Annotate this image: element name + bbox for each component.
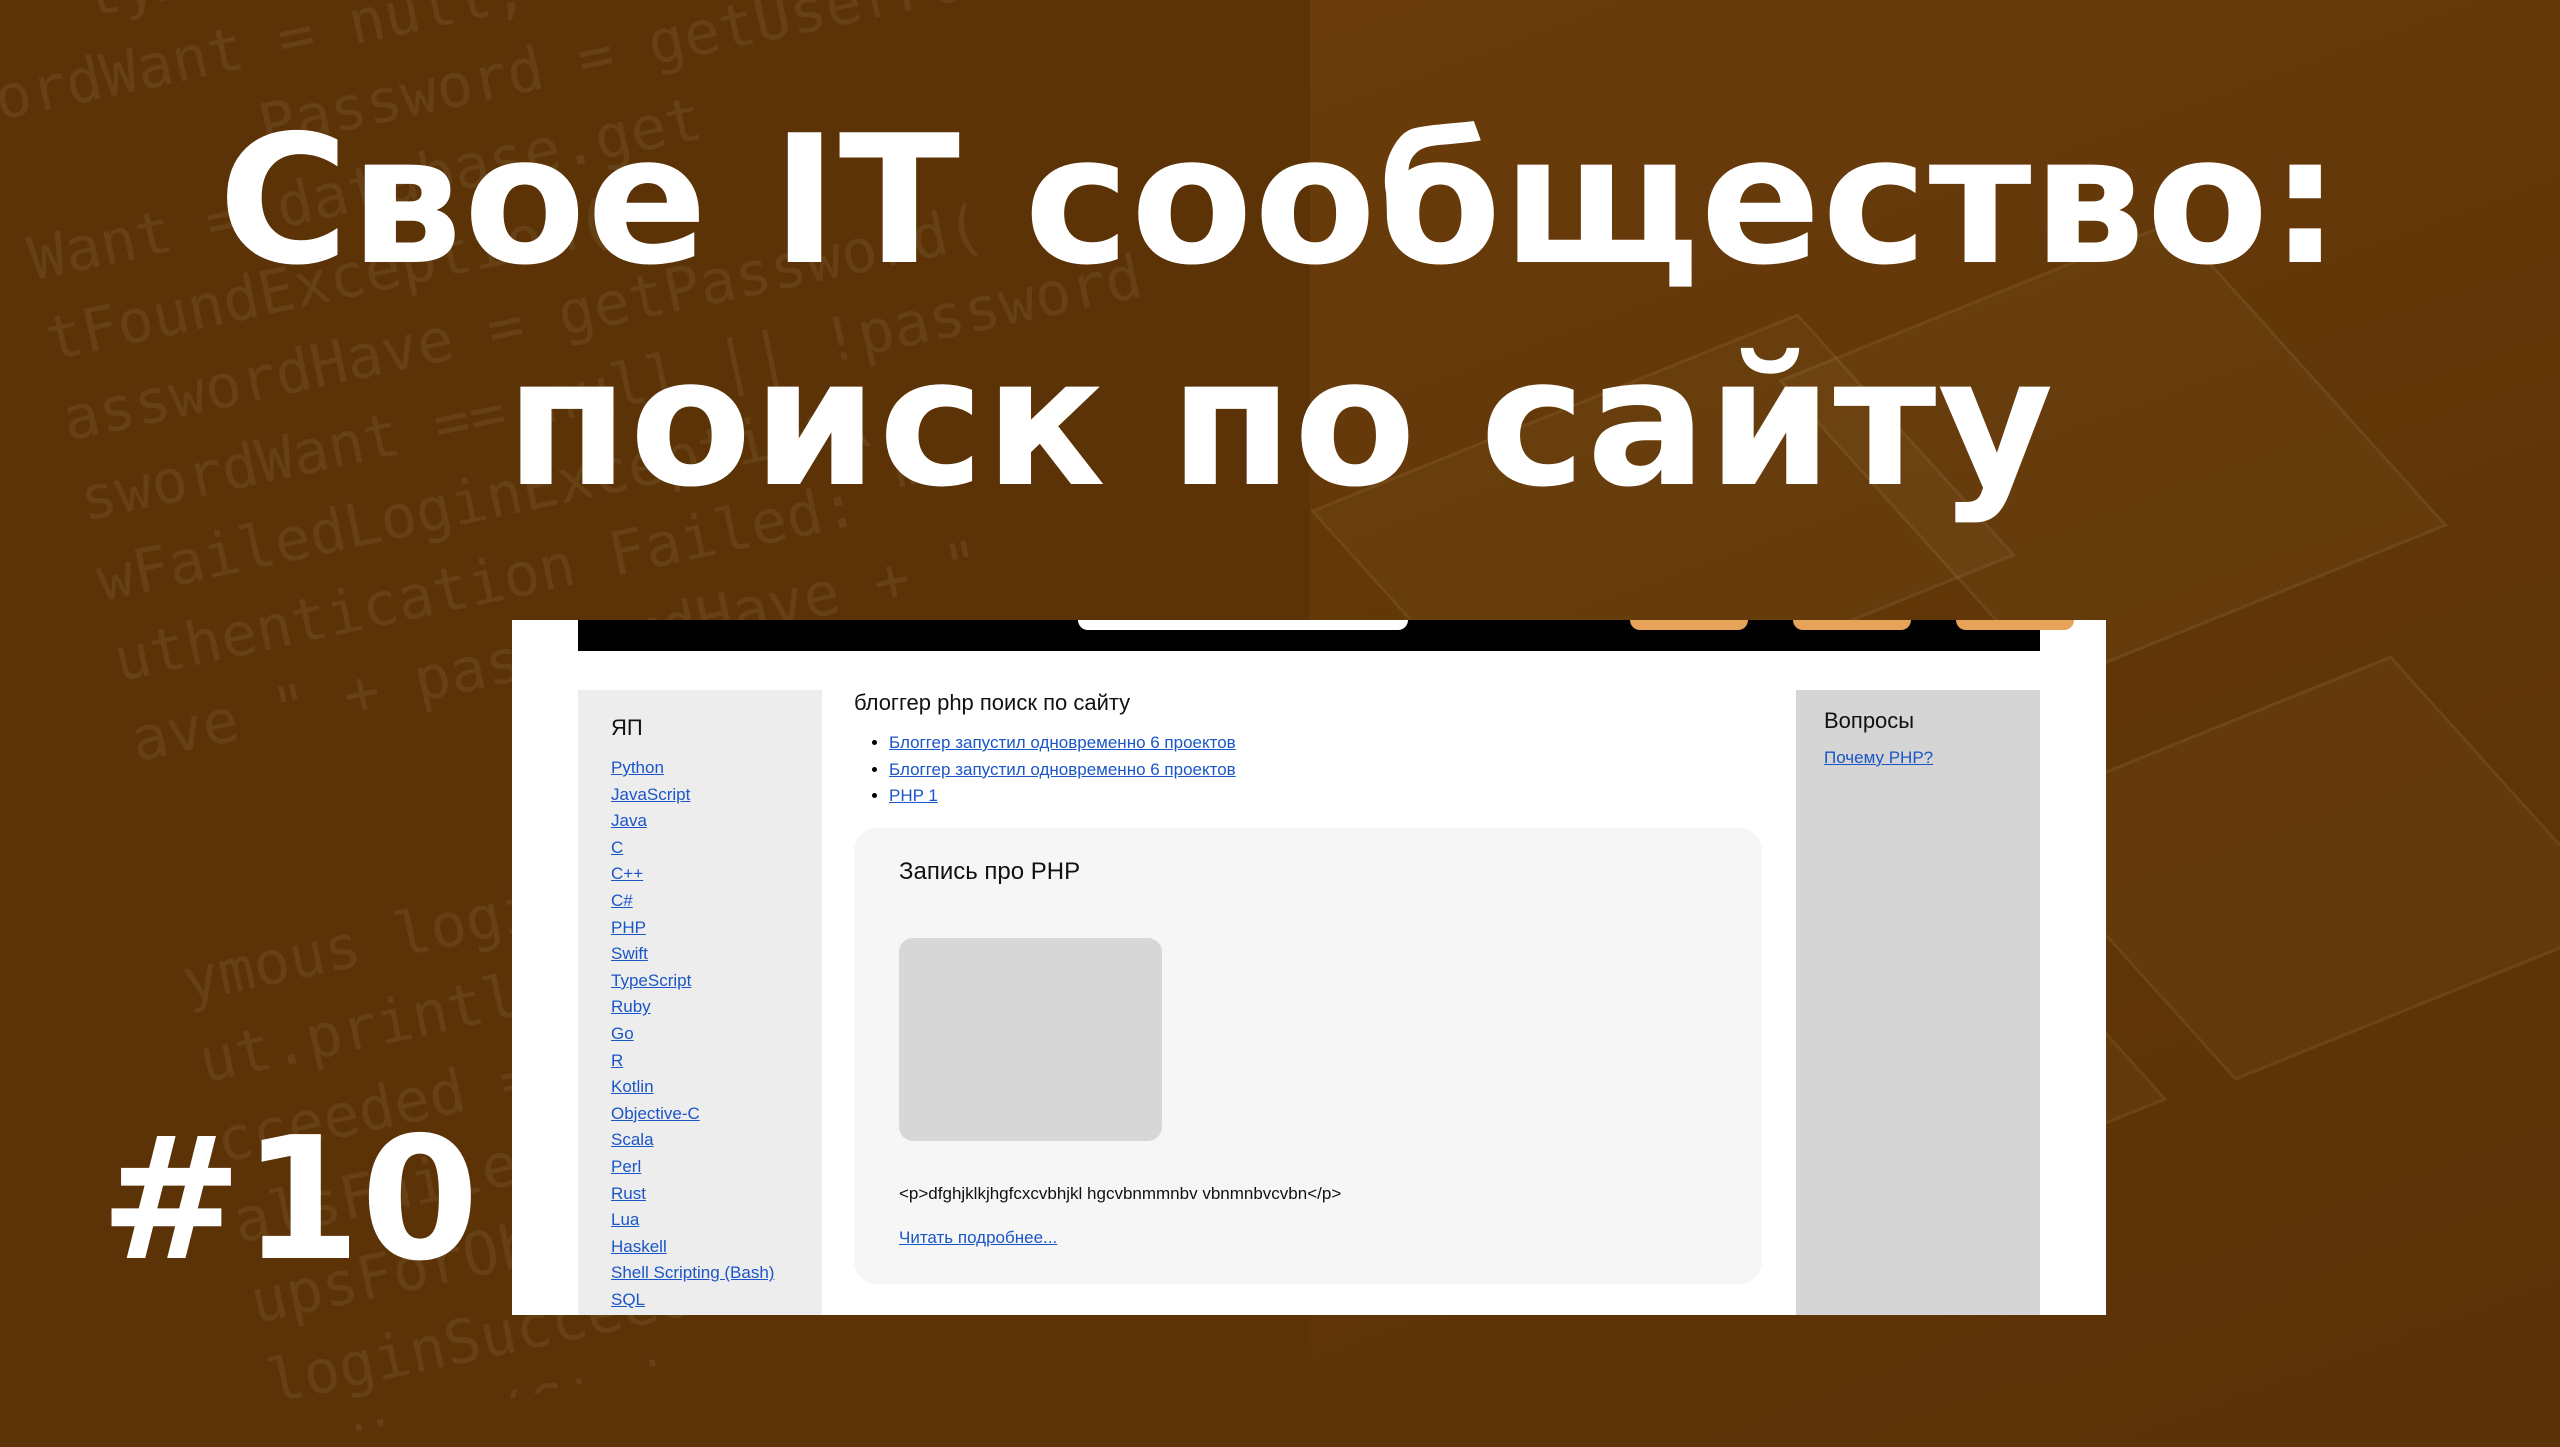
languages-sidebar: ЯП Python JavaScript Java C C++ C# PHP S…: [578, 690, 822, 1315]
website-screenshot: ЯП Python JavaScript Java C C++ C# PHP S…: [512, 620, 2106, 1315]
post-title: Запись про PHP: [899, 858, 1081, 885]
list-item: C#: [611, 888, 774, 915]
list-item: Rust: [611, 1181, 774, 1208]
list-item: R: [611, 1048, 774, 1075]
search-results-heading: блоггер php поиск по сайту: [854, 690, 1131, 715]
list-item: C: [611, 835, 774, 862]
search-result-link[interactable]: Блоггер запустил одновременно 6 проектов: [889, 760, 1236, 779]
list-item: TypeScript: [611, 968, 774, 995]
languages-list: Python JavaScript Java C C++ C# PHP Swif…: [611, 755, 774, 1313]
list-item: Ruby: [611, 994, 774, 1021]
list-item: Objective-C: [611, 1101, 774, 1128]
questions-heading: Вопросы: [1824, 708, 1915, 733]
language-link[interactable]: Objective-C: [611, 1104, 700, 1123]
read-more-link[interactable]: Читать подробнее...: [899, 1228, 1057, 1248]
question-link[interactable]: Почему PHP?: [1824, 748, 1933, 768]
language-link[interactable]: Java: [611, 811, 647, 830]
list-item: Go: [611, 1021, 774, 1048]
questions-sidebar: Вопросы Почему PHP?: [1796, 690, 2040, 1315]
language-link[interactable]: TypeScript: [611, 971, 691, 990]
list-item: SQL: [611, 1287, 774, 1314]
post-image-placeholder: [899, 938, 1162, 1141]
post-card: Запись про PHP <p>dfghjklkjhgfcxcvbhjkl …: [854, 828, 1762, 1284]
language-link[interactable]: SQL: [611, 1290, 645, 1309]
list-item: PHP: [611, 915, 774, 942]
list-item: PHP 1: [889, 783, 1236, 810]
header-search-field[interactable]: [1078, 620, 1408, 630]
language-link[interactable]: JavaScript: [611, 785, 690, 804]
list-item: Haskell: [611, 1234, 774, 1261]
list-item: Shell Scripting (Bash): [611, 1260, 774, 1287]
title-line-2: поиск по сайту: [505, 319, 2055, 526]
list-item: Scala: [611, 1127, 774, 1154]
language-link[interactable]: C++: [611, 864, 643, 883]
language-link[interactable]: Swift: [611, 944, 648, 963]
language-link[interactable]: C: [611, 838, 623, 857]
language-link[interactable]: C#: [611, 891, 633, 910]
site-header: [578, 620, 2074, 651]
episode-number: #10: [100, 1101, 480, 1299]
sidebar-heading: ЯП: [611, 715, 643, 740]
language-link[interactable]: Kotlin: [611, 1077, 654, 1096]
language-link[interactable]: R: [611, 1051, 623, 1070]
language-link[interactable]: Haskell: [611, 1237, 667, 1256]
list-item: JavaScript: [611, 782, 774, 809]
list-item: Perl: [611, 1154, 774, 1181]
header-nav-button-3[interactable]: [1956, 620, 2074, 630]
language-link[interactable]: Perl: [611, 1157, 641, 1176]
header-nav-button-2[interactable]: [1793, 620, 1911, 630]
language-link[interactable]: PHP: [611, 918, 646, 937]
post-excerpt: <p>dfghjklkjhgfcxcvbhjkl hgcvbnmmnbv vbn…: [899, 1184, 1342, 1203]
list-item: Python: [611, 755, 774, 782]
language-link[interactable]: Shell Scripting (Bash): [611, 1263, 774, 1282]
search-results-list: Блоггер запустил одновременно 6 проектов…: [874, 730, 1236, 810]
language-link[interactable]: Scala: [611, 1130, 654, 1149]
thumbnail-title: Свое IT сообщество: поиск по сайту: [0, 90, 2560, 534]
list-item: Swift: [611, 941, 774, 968]
language-link[interactable]: Go: [611, 1024, 634, 1043]
list-item: Lua: [611, 1207, 774, 1234]
list-item: Блоггер запустил одновременно 6 проектов: [889, 757, 1236, 784]
language-link[interactable]: Ruby: [611, 997, 651, 1016]
title-line-1: Свое IT сообщество:: [218, 97, 2342, 304]
search-result-link[interactable]: PHP 1: [889, 786, 938, 805]
language-link[interactable]: Rust: [611, 1184, 646, 1203]
language-link[interactable]: Lua: [611, 1210, 639, 1229]
list-item: C++: [611, 861, 774, 888]
list-item: Блоггер запустил одновременно 6 проектов: [889, 730, 1236, 757]
list-item: Java: [611, 808, 774, 835]
list-item: Kotlin: [611, 1074, 774, 1101]
header-nav-button-1[interactable]: [1630, 620, 1748, 630]
search-result-link[interactable]: Блоггер запустил одновременно 6 проектов: [889, 733, 1236, 752]
language-link[interactable]: Python: [611, 758, 664, 777]
